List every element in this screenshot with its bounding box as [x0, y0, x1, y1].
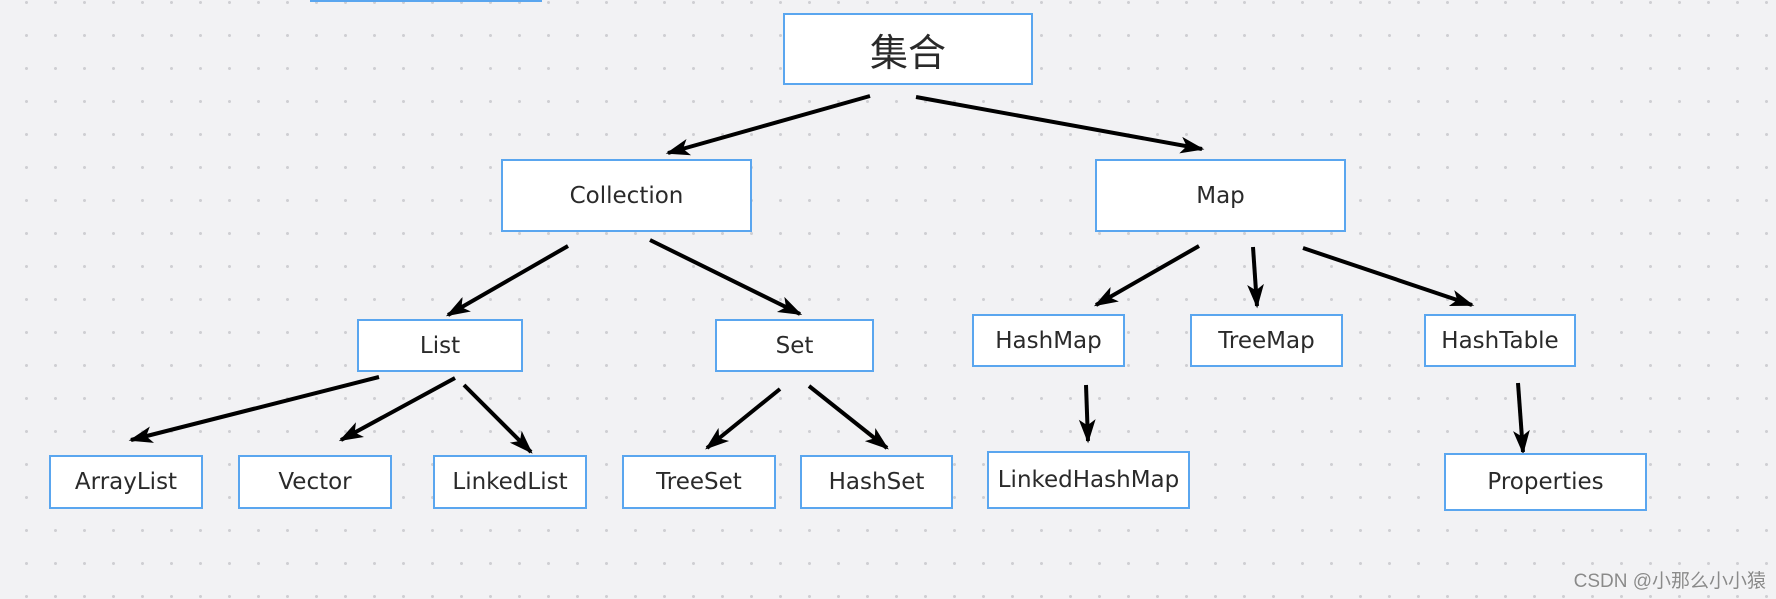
watermark: CSDN @小那么小小猿: [1573, 571, 1766, 592]
diagram-canvas: 集合 Collection Map List Set HashMap TreeMap Hash…: [0, 0, 1776, 599]
node-label: Vector: [278, 469, 352, 495]
edge-map-to-hashmap: [1093, 244, 1200, 307]
edge-root-to-map: [915, 95, 1205, 154]
node-treeset[interactable]: TreeSet: [622, 455, 776, 509]
node-label: Properties: [1487, 469, 1604, 495]
node-label: ArrayList: [74, 469, 178, 495]
node-map[interactable]: Map: [1095, 159, 1346, 232]
edge-collection-to-list: [445, 244, 569, 317]
node-list[interactable]: List: [357, 319, 523, 372]
node-label: Set: [775, 332, 814, 359]
node-label: LinkedHashMap: [997, 467, 1180, 493]
edge-hashmap-to-linkedhashmap: [1078, 384, 1096, 444]
node-hashset[interactable]: HashSet: [800, 455, 953, 509]
node-properties[interactable]: Properties: [1444, 453, 1647, 511]
node-label: HashTable: [1441, 327, 1559, 354]
edge-set-to-hashset: [807, 384, 889, 450]
node-label: TreeSet: [656, 469, 742, 495]
node-arraylist[interactable]: ArrayList: [49, 455, 203, 509]
node-treemap[interactable]: TreeMap: [1190, 314, 1343, 367]
edge-map-to-hashtable: [1302, 246, 1475, 307]
node-set[interactable]: Set: [715, 319, 874, 372]
node-collection[interactable]: Collection: [501, 159, 752, 232]
edge-hashtable-to-properties: [1513, 382, 1530, 455]
node-label: HashMap: [995, 327, 1102, 354]
node-label: Map: [1196, 182, 1245, 209]
node-hashmap[interactable]: HashMap: [972, 314, 1125, 367]
edge-map-to-treemap: [1247, 246, 1264, 309]
node-vector[interactable]: Vector: [238, 455, 392, 509]
node-label: HashSet: [828, 469, 925, 495]
node-hashtable[interactable]: HashTable: [1424, 314, 1576, 367]
node-label: TreeMap: [1218, 327, 1315, 354]
node-label: LinkedList: [452, 469, 568, 495]
node-label: Collection: [569, 182, 684, 209]
edge-list-to-vector: [338, 376, 456, 442]
edge-collection-to-set: [649, 238, 803, 316]
node-linkedhashmap[interactable]: LinkedHashMap: [987, 451, 1190, 509]
node-linkedlist[interactable]: LinkedList: [433, 455, 587, 509]
edge-set-to-treeset: [705, 387, 782, 450]
edge-root-to-collection: [665, 94, 871, 156]
node-label: List: [419, 332, 461, 359]
node-root[interactable]: 集合: [783, 13, 1033, 85]
edge-list-to-linkedlist: [462, 383, 533, 454]
node-label: 集合: [869, 30, 946, 75]
edge-list-to-arraylist: [128, 375, 380, 443]
